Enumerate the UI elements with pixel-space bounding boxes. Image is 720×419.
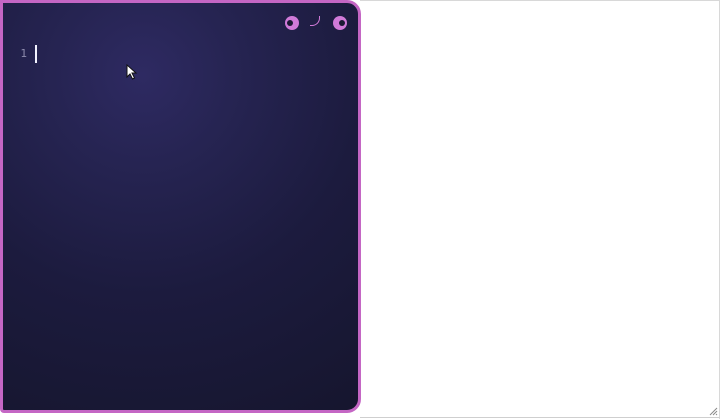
line-number-gutter: 1 [13, 47, 27, 61]
mouse-pointer-icon [126, 64, 138, 80]
code-editor-panel[interactable]: 1 [0, 0, 361, 413]
right-eye-icon[interactable] [333, 16, 347, 30]
right-pupil [339, 20, 345, 26]
top-divider [360, 0, 720, 1]
left-pupil [287, 20, 293, 26]
mouth-icon[interactable] [309, 16, 323, 30]
resize-handle-icon[interactable] [708, 406, 718, 416]
page: 1 [0, 0, 720, 419]
line-number: 1 [20, 47, 27, 60]
left-eye-icon[interactable] [285, 16, 299, 30]
code-input[interactable] [33, 45, 346, 65]
window-controls [285, 16, 347, 30]
text-caret [35, 45, 37, 63]
bottom-divider [360, 417, 720, 418]
